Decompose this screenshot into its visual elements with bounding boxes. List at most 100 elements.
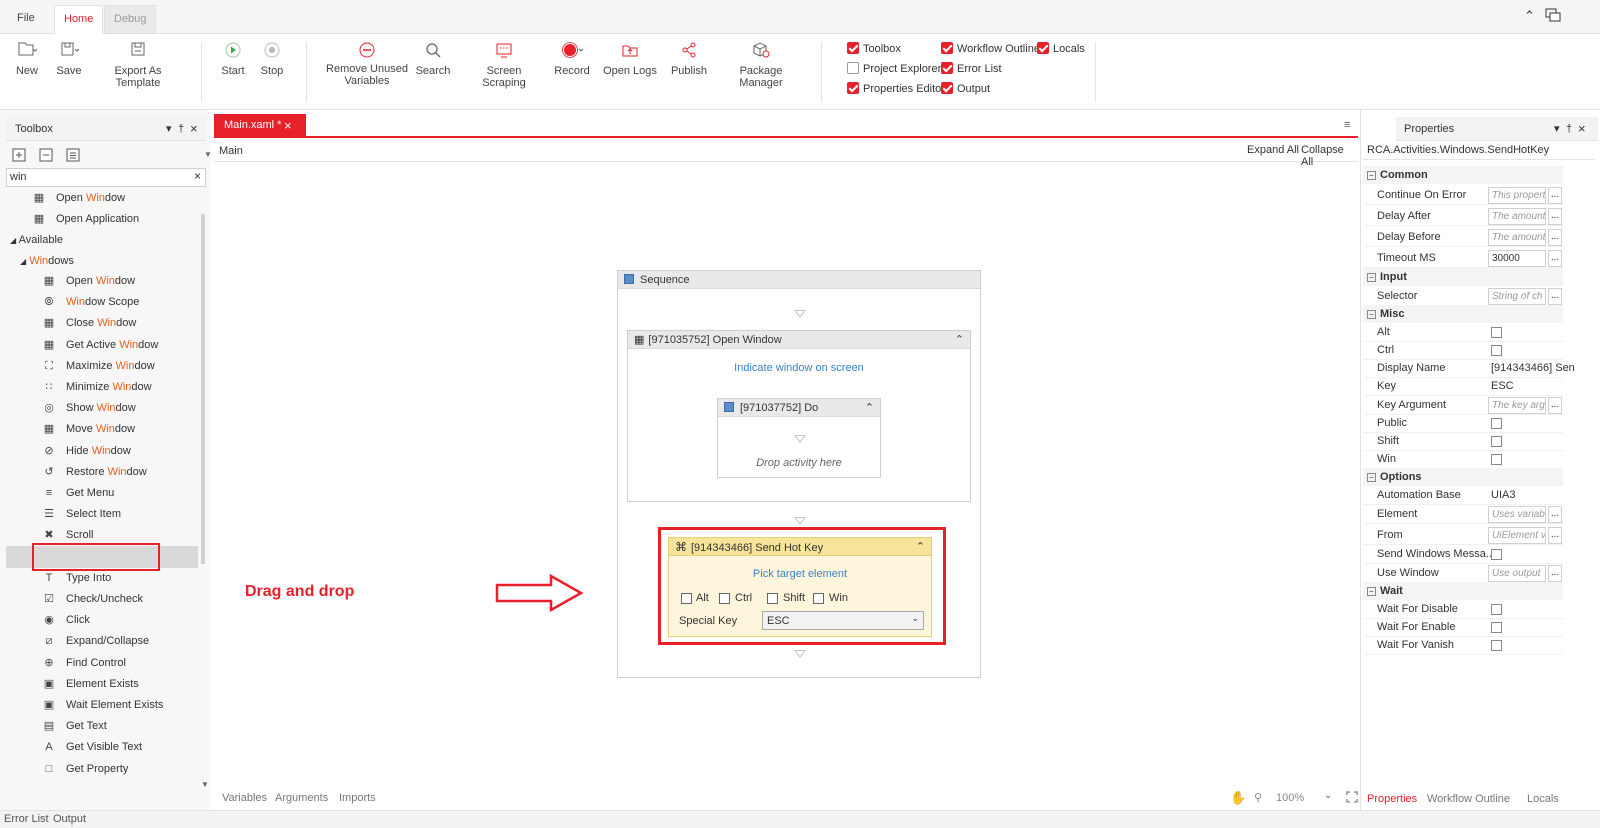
tab-debug[interactable]: Debug [104, 5, 157, 34]
toolbox-item[interactable]: ≡ Get Menu [42, 483, 115, 504]
property-value[interactable]: [914343466] Sen [1491, 362, 1575, 374]
property-input[interactable]: The amount [1488, 229, 1546, 246]
do-activity[interactable]: [971037752] Do ⌃ Drop activity here [717, 398, 881, 478]
error-list-tab[interactable]: Error List [4, 813, 49, 825]
toolbox-item[interactable]: ▣ Element Exists [42, 674, 139, 695]
toolbox-item[interactable]: ▦ Move Window [42, 419, 135, 440]
toolbox-item[interactable]: ▦ Get Active Window [42, 335, 159, 356]
property-input[interactable]: The amount [1488, 208, 1546, 225]
shift-checkbox[interactable] [767, 593, 778, 604]
property-category[interactable]: − Options [1363, 468, 1563, 486]
available-group[interactable]: ◢ Available [10, 234, 63, 246]
property-checkbox[interactable] [1491, 640, 1502, 651]
toolbox-item[interactable]: ⧄ Expand/Collapse [42, 631, 150, 652]
new-button[interactable]: New [10, 34, 44, 104]
ellipsis-button[interactable]: ... [1548, 187, 1562, 204]
toolbox-item[interactable]: ∷ Minimize Window [42, 377, 152, 398]
collapse-activity-icon[interactable]: ⌃ [865, 399, 874, 417]
collapse-category-icon[interactable]: − [1367, 473, 1376, 482]
property-input[interactable]: This property [1488, 187, 1546, 204]
property-checkbox[interactable] [1491, 604, 1502, 615]
property-input[interactable]: Uses variab [1488, 506, 1546, 523]
send-hot-key-activity[interactable]: ⌘ [914343466] Send Hot Key ⌃ Pick target … [668, 537, 932, 637]
feedback-icon[interactable] [1545, 7, 1561, 26]
toolbox-item[interactable]: ☰ Select Item [42, 504, 121, 525]
toolbox-item[interactable]: ◉ Click [42, 610, 90, 631]
expand-all-link[interactable]: Expand All [1247, 144, 1299, 156]
export-template-button[interactable]: Export As Template [94, 34, 182, 104]
property-checkbox[interactable] [1491, 454, 1502, 465]
open-logs-button[interactable]: Open Logs [600, 34, 660, 104]
output-checkbox[interactable]: Output [941, 82, 990, 98]
toolbox-scrollbar[interactable] [201, 214, 205, 564]
collapse-activity-icon[interactable]: ⌃ [955, 331, 964, 349]
property-value[interactable]: UIA3 [1491, 489, 1515, 501]
arguments-tab[interactable]: Arguments [275, 792, 328, 804]
toolbox-item[interactable]: ◎ Show Window [42, 398, 136, 419]
locals-checkbox[interactable]: Locals [1037, 42, 1085, 58]
hand-icon[interactable]: ✋ [1230, 790, 1246, 806]
pin-icon[interactable]: † [178, 117, 184, 141]
clear-search-icon[interactable]: × [194, 169, 201, 183]
property-category[interactable]: − Common [1363, 166, 1563, 184]
variables-tab[interactable]: Variables [222, 792, 267, 804]
pin-icon[interactable]: † [1566, 117, 1572, 141]
toolbox-checkbox[interactable]: Toolbox [847, 42, 901, 58]
zoom-level[interactable]: 100% [1276, 792, 1304, 804]
dropdown-icon[interactable]: ▾ [166, 117, 172, 141]
remove-unused-variables-button[interactable]: Remove Unused Variables [322, 34, 412, 104]
property-category[interactable]: − Misc [1363, 305, 1563, 323]
scroll-down-icon[interactable]: ▼ [204, 150, 212, 159]
property-value[interactable]: ESC [1491, 380, 1514, 392]
tab-main-xaml[interactable]: Main.xaml * × [214, 114, 306, 137]
collapse-category-icon[interactable]: − [1367, 273, 1376, 282]
win-checkbox[interactable] [813, 593, 824, 604]
toolbox-item[interactable]: ⛶ Maximize Window [42, 356, 155, 377]
workflow-outline-checkbox[interactable]: Workflow Outline [941, 42, 1040, 58]
pick-target-link[interactable]: Pick target element [669, 568, 931, 580]
toolbox-item[interactable]: ☑ Check/Uncheck [42, 589, 143, 610]
output-tab[interactable]: Output [53, 813, 86, 825]
property-checkbox[interactable] [1491, 418, 1502, 429]
workflow-outline-tab[interactable]: Workflow Outline [1427, 793, 1510, 805]
toolbox-item[interactable]: ▤ Get Text [42, 716, 107, 737]
ctrl-checkbox[interactable] [719, 593, 730, 604]
property-checkbox[interactable] [1491, 345, 1502, 356]
alt-checkbox[interactable] [681, 593, 692, 604]
list-view-icon[interactable] [66, 148, 80, 165]
property-category[interactable]: − Wait [1363, 582, 1563, 600]
imports-tab[interactable]: Imports [339, 792, 376, 804]
toolbox-item[interactable]: A Get Visible Text [42, 737, 142, 758]
ellipsis-button[interactable]: ... [1548, 250, 1562, 267]
tab-list-icon[interactable]: ≡ [1344, 119, 1350, 131]
property-checkbox[interactable] [1491, 549, 1502, 560]
toolbox-item[interactable]: ▦ Open Application [32, 209, 139, 230]
property-input[interactable]: UiElement v [1488, 527, 1546, 544]
toolbox-item[interactable]: ▦ Open Window [42, 271, 135, 292]
property-input[interactable]: String of ch [1488, 288, 1546, 305]
save-button[interactable]: Save [52, 34, 86, 104]
publish-button[interactable]: Publish [668, 34, 710, 104]
properties-tab[interactable]: Properties [1367, 793, 1417, 805]
ellipsis-button[interactable]: ... [1548, 506, 1562, 523]
expand-all-icon[interactable] [12, 148, 26, 165]
properties-editor-checkbox[interactable]: Properties Editor [847, 82, 945, 98]
toolbox-item[interactable]: ⊕ Find Control [42, 653, 126, 674]
ellipsis-button[interactable]: ... [1548, 229, 1562, 246]
toolbox-item[interactable]: ⦾ Window Scope [42, 292, 140, 313]
ellipsis-button[interactable]: ... [1548, 208, 1562, 225]
dropdown-icon[interactable]: ▾ [1554, 117, 1560, 141]
property-checkbox[interactable] [1491, 622, 1502, 633]
property-checkbox[interactable] [1491, 436, 1502, 447]
package-manager-button[interactable]: Package Manager [718, 34, 804, 104]
windows-group[interactable]: ◢ Windows [20, 255, 74, 267]
breadcrumb[interactable]: Main [219, 145, 243, 157]
close-icon[interactable]: × [1578, 117, 1586, 141]
screen-scraping-button[interactable]: Screen Scraping [464, 34, 544, 104]
ellipsis-button[interactable]: ... [1548, 527, 1562, 544]
error-list-checkbox[interactable]: Error List [941, 62, 1002, 78]
toolbox-item[interactable]: ▦ Close Window [42, 313, 137, 334]
collapse-category-icon[interactable]: − [1367, 310, 1376, 319]
property-checkbox[interactable] [1491, 327, 1502, 338]
scroll-down-icon[interactable]: ▼ [201, 780, 209, 789]
